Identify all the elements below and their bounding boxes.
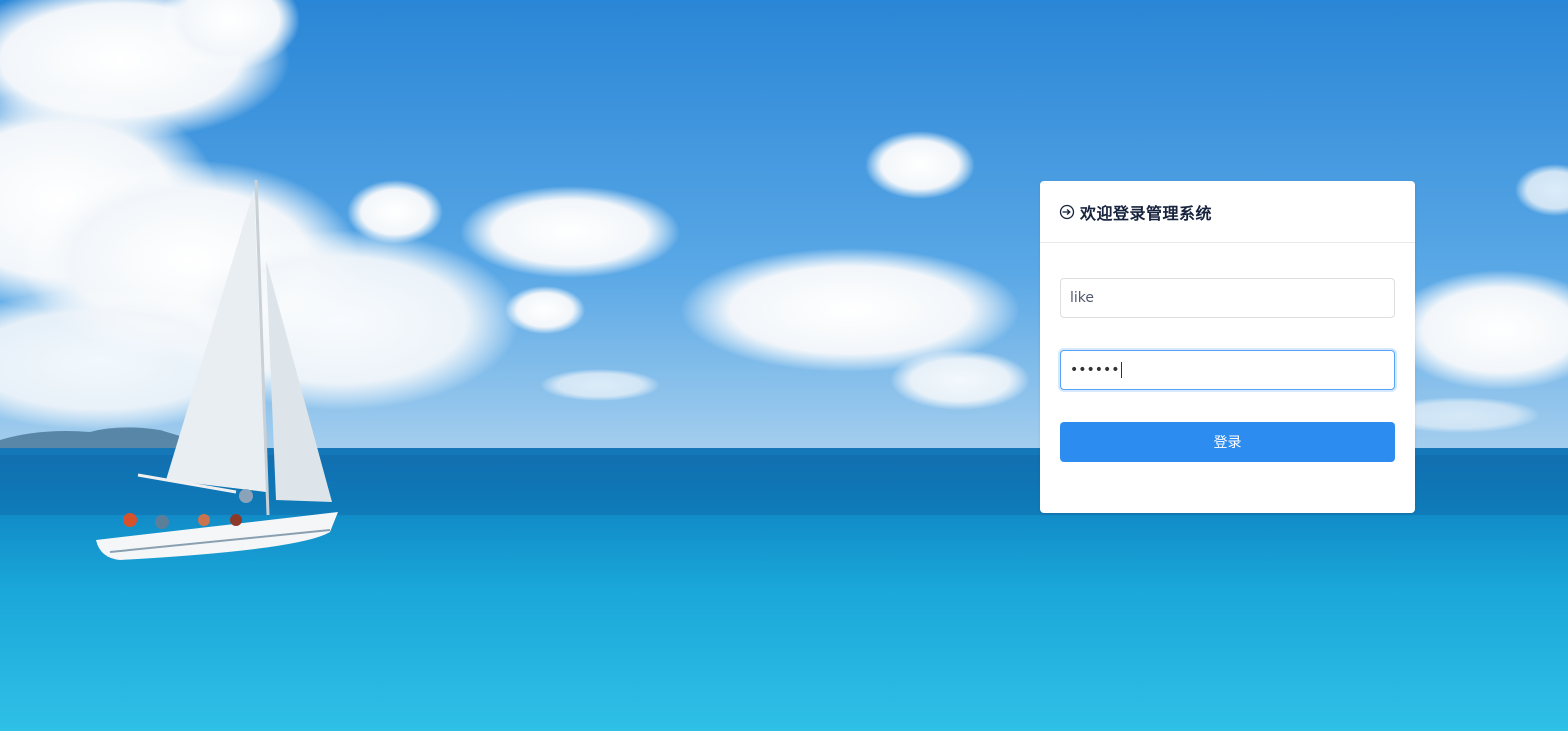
card-header: 欢迎登录管理系统 [1040, 181, 1415, 243]
login-form: •••••• 登录 [1040, 243, 1415, 462]
login-button[interactable]: 登录 [1060, 422, 1395, 462]
password-input[interactable]: •••••• [1070, 362, 1120, 378]
text-caret [1120, 362, 1122, 378]
login-card: 欢迎登录管理系统 •••••• 登录 [1040, 181, 1415, 513]
username-field[interactable] [1060, 278, 1395, 318]
login-icon [1059, 204, 1075, 220]
password-field[interactable]: •••••• [1060, 350, 1395, 390]
username-input[interactable] [1070, 290, 1385, 306]
page-title: 欢迎登录管理系统 [1080, 203, 1213, 223]
